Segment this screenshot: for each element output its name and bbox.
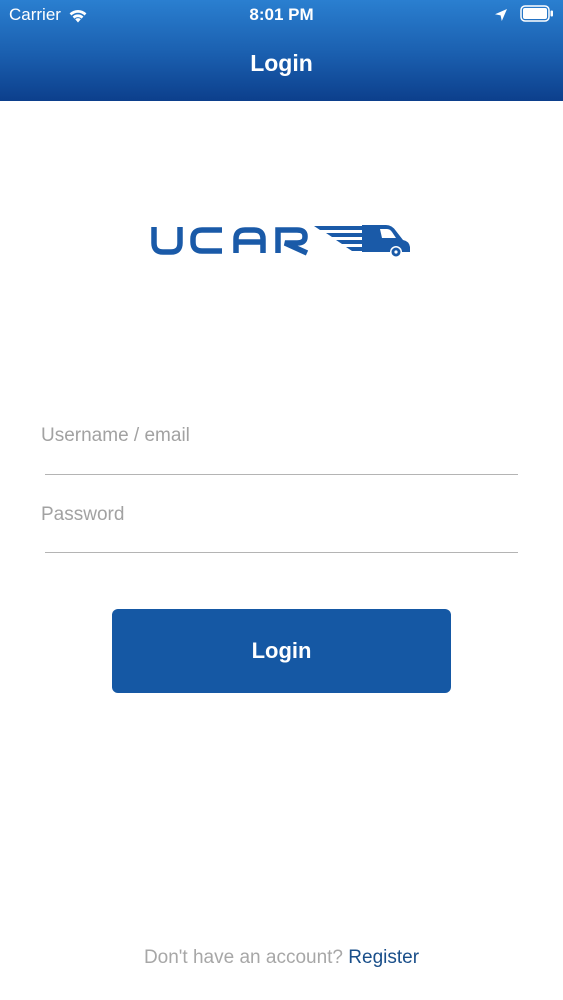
status-indicators	[494, 5, 554, 22]
ucar-logo	[150, 222, 414, 262]
username-underline	[45, 474, 518, 475]
page-title: Login	[250, 50, 313, 76]
password-underline	[45, 552, 518, 553]
register-prompt: Don't have an account? Register	[0, 947, 563, 969]
password-input[interactable]	[41, 501, 519, 529]
location-icon	[494, 7, 508, 21]
register-link[interactable]: Register	[348, 947, 419, 968]
status-time: 8:01 PM	[249, 5, 314, 24]
username-field[interactable]	[41, 422, 519, 475]
password-field[interactable]	[41, 501, 519, 553]
username-input[interactable]	[41, 422, 519, 450]
battery-icon	[520, 5, 554, 22]
status-bar: Carrier 8:01 PM	[0, 0, 563, 30]
navigation-header: Carrier 8:01 PM Login	[0, 0, 563, 101]
login-button[interactable]: Login	[112, 609, 451, 693]
register-prompt-text: Don't have an account?	[143, 947, 343, 968]
